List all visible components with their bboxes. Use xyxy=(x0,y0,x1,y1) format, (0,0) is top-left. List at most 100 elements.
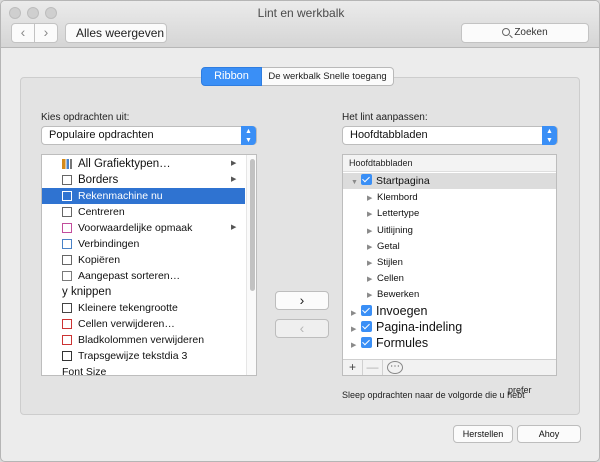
chevron-updown-icon: ▲ ▼ xyxy=(241,126,256,145)
copy-icon xyxy=(62,255,72,265)
ribbon-group-node[interactable]: ▶ Stijlen xyxy=(367,254,403,270)
ribbon-group-node[interactable]: ▶ Uitlijning xyxy=(367,222,413,238)
chart-icon xyxy=(62,159,72,169)
command-item[interactable]: Font Size xyxy=(42,364,245,376)
conditional-format-icon xyxy=(62,223,72,233)
add-to-ribbon-button[interactable]: › xyxy=(275,291,329,310)
submenu-arrow-icon: ▶ xyxy=(231,224,237,231)
command-item[interactable]: Verbindingen xyxy=(42,236,245,252)
command-label: Kopiëren xyxy=(78,254,121,266)
show-all-button[interactable]: Alles weergeven xyxy=(65,23,167,43)
command-item[interactable]: Cellen verwijderen… xyxy=(42,316,245,332)
ribbon-group-node[interactable]: ▶ Cellen xyxy=(367,270,404,286)
text-icon xyxy=(62,351,72,361)
node-label: Formules xyxy=(376,336,429,350)
checkbox-checked-icon[interactable] xyxy=(361,304,372,316)
ribbon-group-node[interactable]: ▶ Klembord xyxy=(367,189,418,205)
command-item[interactable]: Rekenmachine nu xyxy=(42,188,245,204)
tab-quick-access-toolbar[interactable]: De werkbalk Snelle toegang xyxy=(262,67,394,86)
command-item[interactable]: Centreren xyxy=(42,204,245,220)
command-label: All Grafiektypen… xyxy=(78,158,171,170)
checkbox-checked-icon[interactable] xyxy=(361,337,372,348)
node-label: Uitlijning xyxy=(377,224,413,236)
tab-bar: Ribbon De werkbalk Snelle toegang xyxy=(201,67,394,86)
command-item[interactable]: Bladkolommen verwijderen xyxy=(42,332,245,348)
ribbon-tree[interactable]: Hoofdtabbladen ▼ Startpagina ▶ Klembord ▶ Let… xyxy=(342,154,557,376)
node-label: Startpagina xyxy=(376,175,430,187)
submenu-arrow-icon: ▶ xyxy=(231,160,237,167)
command-label: Bladkolommen verwijderen xyxy=(78,334,205,346)
ribbon-group-node[interactable]: ▶ Bewerken xyxy=(367,286,419,302)
command-item[interactable]: Borders ▶ xyxy=(42,172,245,188)
command-label: Centreren xyxy=(78,206,125,218)
disclosure-open-icon[interactable]: ▼ xyxy=(351,175,361,191)
title-bar: Lint en werkbalk ‹ › Alles weergeven Zoe… xyxy=(1,1,599,48)
command-item[interactable]: Kopiëren xyxy=(42,252,245,268)
ok-button[interactable]: Ahoy xyxy=(517,425,581,443)
chevron-updown-icon: ▲ ▼ xyxy=(542,126,557,145)
ribbon-group-node[interactable]: ▶ Lettertype xyxy=(367,205,419,221)
delete-columns-icon xyxy=(62,335,72,345)
command-label: Verbindingen xyxy=(78,238,140,250)
preferences-window: Lint en werkbalk ‹ › Alles weergeven Zoe… xyxy=(0,0,600,462)
command-item[interactable]: Trapsgewijze tekstdia 3 xyxy=(42,348,245,364)
submenu-arrow-icon: ▶ xyxy=(231,176,237,183)
command-label: Borders xyxy=(78,174,119,186)
ribbon-group-node[interactable]: ▶ Getal xyxy=(367,238,400,254)
commands-scrollbar[interactable] xyxy=(246,155,256,375)
node-label: Invoegen xyxy=(376,303,428,318)
node-label: Cellen xyxy=(377,273,404,285)
command-label: Aangepast sorteren… xyxy=(78,270,181,282)
remove-tab-button[interactable]: — xyxy=(363,360,383,375)
ribbon-tabs-dropdown[interactable]: Hoofdtabbladen ▲ ▼ xyxy=(342,126,558,145)
forward-button[interactable]: › xyxy=(34,23,58,43)
borders-icon xyxy=(62,175,72,185)
node-label: Bewerken xyxy=(377,289,420,301)
commands-list[interactable]: All Grafiektypen… ▶ Borders ▶ Rekenmachine n… xyxy=(41,154,257,376)
command-label: Font Size xyxy=(62,366,107,376)
disclosure-closed-icon[interactable]: ▶ xyxy=(351,338,361,354)
search-field[interactable]: Zoeken xyxy=(461,23,589,43)
node-label: Stijlen xyxy=(377,257,403,268)
more-options-icon[interactable]: ⋯ xyxy=(387,361,403,374)
calculator-icon xyxy=(62,191,72,201)
command-item[interactable]: All Grafiektypen… ▶ xyxy=(42,156,245,172)
node-label: Pagina-indeling xyxy=(376,319,463,334)
window-title: Lint en werkbalk xyxy=(257,6,345,20)
command-item[interactable]: Kleinere tekengrootte xyxy=(42,300,245,316)
command-item[interactable]: y knippen xyxy=(42,284,245,300)
remove-from-ribbon-button[interactable]: ‹ xyxy=(275,319,329,338)
commands-source-dropdown[interactable]: Populaire opdrachten ▲ ▼ xyxy=(41,126,257,145)
reset-button[interactable]: Herstellen xyxy=(453,425,513,443)
command-label: y knippen xyxy=(62,286,112,298)
tree-toolbar: + — ⋯ xyxy=(343,359,556,375)
drag-hint: Sleep opdrachten naar de volgorde die u … xyxy=(342,390,525,400)
drag-hint-overlay: prefer xyxy=(508,385,532,395)
checkbox-checked-icon[interactable] xyxy=(361,320,372,332)
add-tab-button[interactable]: + xyxy=(343,360,363,375)
node-label: Getal xyxy=(377,240,400,252)
connections-icon xyxy=(62,239,72,249)
delete-cells-icon xyxy=(62,319,72,329)
command-label: Kleinere tekengrootte xyxy=(78,302,178,314)
scrollbar-thumb[interactable] xyxy=(250,159,255,291)
command-item[interactable]: Aangepast sorteren… xyxy=(42,268,245,284)
decrease-font-icon xyxy=(62,303,72,313)
customize-ribbon-label: Het lint aanpassen: xyxy=(342,112,428,123)
tab-ribbon[interactable]: Ribbon xyxy=(201,67,262,86)
node-label: Lettertype xyxy=(377,208,420,220)
sort-icon xyxy=(62,271,72,281)
ribbon-tab-node[interactable]: ▶ Invoegen xyxy=(351,303,427,319)
back-button[interactable]: ‹ xyxy=(11,23,35,43)
command-item[interactable]: Voorwaardelijke opmaak ▶ xyxy=(42,220,245,236)
checkbox-checked-icon[interactable] xyxy=(361,174,372,185)
commands-source-value: Populaire opdrachten xyxy=(49,129,154,141)
tree-header: Hoofdtabbladen xyxy=(343,155,556,172)
search-label: Zoeken xyxy=(514,27,548,38)
node-label: Klembord xyxy=(377,192,418,204)
command-label: Voorwaardelijke opmaak xyxy=(78,222,193,234)
ribbon-tab-node[interactable]: ▼ Startpagina xyxy=(343,173,556,191)
ribbon-tab-node[interactable]: ▶ Pagina-indeling xyxy=(351,319,462,335)
choose-commands-label: Kies opdrachten uit: xyxy=(41,112,130,123)
ribbon-tab-node[interactable]: ▶ Formules xyxy=(351,335,428,351)
